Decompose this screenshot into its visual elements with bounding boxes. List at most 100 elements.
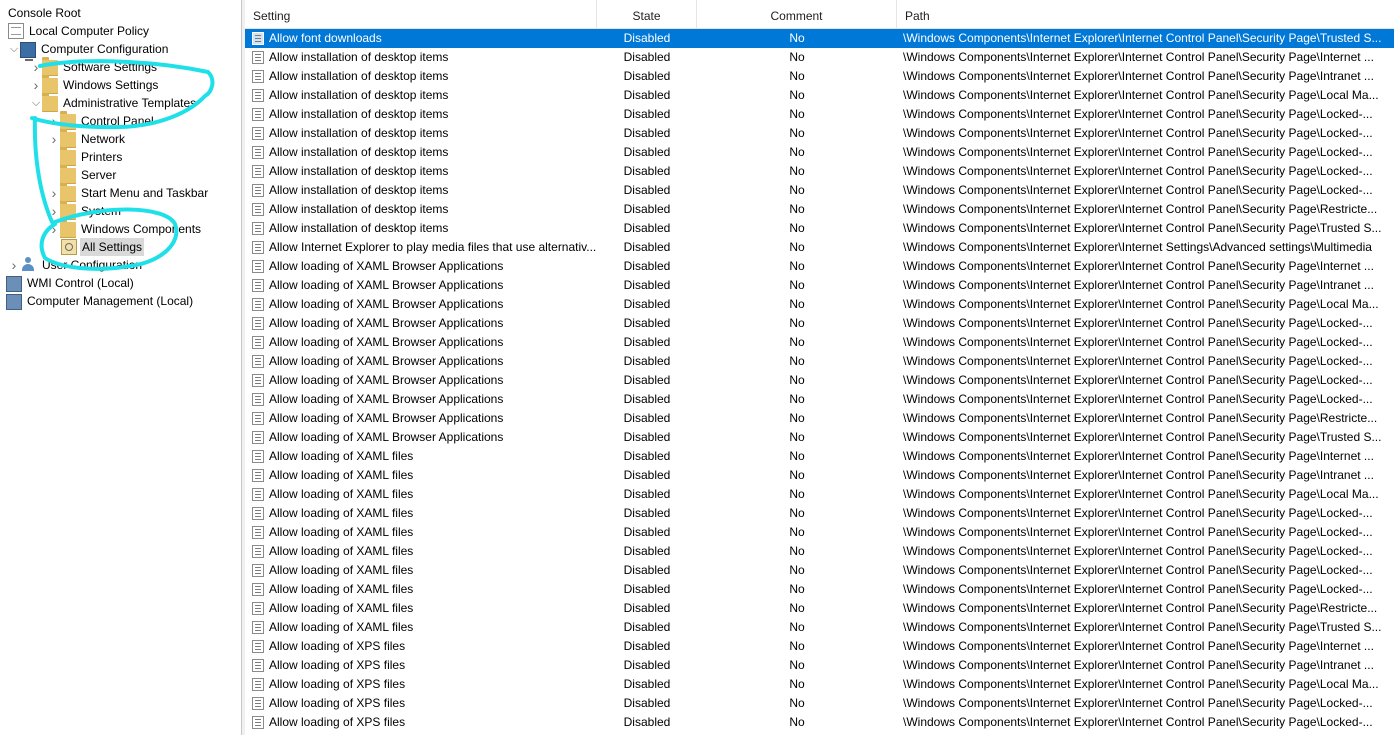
- tree-item[interactable]: › Control Panel: [48, 111, 156, 130]
- table-row[interactable]: Allow installation of desktop items Disab…: [245, 200, 1394, 219]
- policy-setting-icon: [252, 184, 264, 197]
- chevron-right-icon[interactable]: ›: [48, 220, 60, 238]
- column-header-state[interactable]: ^ State: [597, 0, 697, 28]
- table-row[interactable]: Allow loading of XPS files Disabled No \Win…: [245, 637, 1394, 656]
- settings-list-pane[interactable]: Setting ^ State Comment Path Allow font …: [245, 0, 1394, 735]
- chevron-right-icon[interactable]: ›: [8, 256, 20, 274]
- table-row[interactable]: Allow loading of XAML Browser Applicatio…: [245, 295, 1394, 314]
- table-row[interactable]: Allow installation of desktop items Disab…: [245, 143, 1394, 162]
- cell-path: \Windows Components\Internet Explorer\In…: [903, 639, 1374, 653]
- chevron-down-icon[interactable]: ⌵: [30, 94, 42, 112]
- table-row[interactable]: Allow loading of XAML Browser Applicatio…: [245, 314, 1394, 333]
- table-row[interactable]: Allow loading of XPS files Disabled No \Win…: [245, 656, 1394, 675]
- policy-setting-icon: [252, 488, 264, 501]
- tree-item[interactable]: ⌵ Computer Configuration: [8, 40, 170, 61]
- tree-item[interactable]: Server: [48, 165, 118, 184]
- table-row[interactable]: Allow loading of XAML Browser Applicatio…: [245, 352, 1394, 371]
- chevron-right-icon[interactable]: ›: [48, 202, 60, 220]
- table-row[interactable]: Allow loading of XAML files Disabled No \Wi…: [245, 542, 1394, 561]
- tree-item[interactable]: Printers: [48, 147, 124, 166]
- cell-state: Disabled: [623, 335, 671, 349]
- table-row[interactable]: Allow loading of XAML files Disabled No \Wi…: [245, 599, 1394, 618]
- tree-item[interactable]: ⌵ Administrative Templates: [30, 93, 198, 112]
- table-row[interactable]: Allow installation of desktop items Disab…: [245, 181, 1394, 200]
- table-row[interactable]: Allow installation of desktop items Disab…: [245, 219, 1394, 238]
- table-row[interactable]: Allow loading of XAML Browser Applicatio…: [245, 390, 1394, 409]
- tree-item[interactable]: Computer Management (Local): [6, 292, 195, 310]
- tree-item[interactable]: › User Configuration: [8, 256, 144, 274]
- cell-setting: Allow installation of desktop items: [269, 69, 449, 83]
- tree-item[interactable]: › Software Settings: [30, 57, 159, 76]
- table-row[interactable]: Allow loading of XPS files Disabled No \Win…: [245, 694, 1394, 713]
- table-row[interactable]: Allow loading of XAML files Disabled No \Wi…: [245, 523, 1394, 542]
- console-tree-pane[interactable]: Console Root Local Computer Policy ⌵ Comput…: [0, 0, 242, 735]
- table-row[interactable]: Allow loading of XAML files Disabled No \Wi…: [245, 618, 1394, 637]
- policy-setting-icon: [252, 241, 264, 254]
- cell-setting: Allow installation of desktop items: [269, 88, 449, 102]
- chevron-right-icon[interactable]: ›: [30, 76, 42, 94]
- table-row[interactable]: Allow loading of XPS files Disabled No \Win…: [245, 675, 1394, 694]
- chevron-right-icon[interactable]: ›: [48, 184, 60, 202]
- tree-item-label: Administrative Templates: [63, 96, 197, 110]
- cell-comment: No: [789, 525, 805, 539]
- table-row[interactable]: Allow installation of desktop items Disab…: [245, 105, 1394, 124]
- table-row[interactable]: Allow loading of XAML files Disabled No \Wi…: [245, 561, 1394, 580]
- folder-icon: [42, 93, 58, 112]
- tree-item-label: WMI Control (Local): [27, 276, 134, 290]
- policy-setting-icon: [252, 640, 264, 653]
- table-row[interactable]: Allow loading of XAML Browser Applicatio…: [245, 428, 1394, 447]
- policy-setting-icon: [252, 450, 264, 463]
- cell-setting: Allow loading of XAML Browser Applicatio…: [269, 354, 504, 368]
- chevron-right-icon[interactable]: ›: [48, 112, 60, 130]
- table-row[interactable]: Allow font downloads Disabled No \Windows C…: [245, 29, 1394, 48]
- table-row[interactable]: Allow Internet Explorer to play media fi…: [245, 238, 1394, 257]
- cell-setting: Allow installation of desktop items: [269, 183, 449, 197]
- tree-item[interactable]: › Network: [48, 129, 127, 148]
- tree-item-label: Computer Management (Local): [27, 294, 194, 308]
- table-row[interactable]: Allow loading of XAML Browser Applicatio…: [245, 371, 1394, 390]
- table-row[interactable]: Allow loading of XAML files Disabled No \Wi…: [245, 485, 1394, 504]
- cell-comment: No: [789, 487, 805, 501]
- table-row[interactable]: Allow loading of XAML files Disabled No \Wi…: [245, 466, 1394, 485]
- tree-item[interactable]: Local Computer Policy: [6, 22, 151, 40]
- cell-comment: No: [789, 373, 805, 387]
- chevron-right-icon[interactable]: ›: [30, 58, 42, 76]
- folder-icon: [60, 219, 76, 238]
- policy-setting-icon: [252, 431, 264, 444]
- chevron-down-icon[interactable]: ⌵: [8, 40, 20, 58]
- tree-item-label: Printers: [81, 150, 123, 164]
- cell-path: \Windows Components\Internet Explorer\In…: [903, 506, 1373, 520]
- table-row[interactable]: Allow loading of XAML files Disabled No \Wi…: [245, 580, 1394, 599]
- table-row[interactable]: Allow loading of XAML Browser Applicatio…: [245, 257, 1394, 276]
- table-row[interactable]: Allow loading of XAML files Disabled No \Wi…: [245, 504, 1394, 523]
- cell-setting: Allow loading of XAML Browser Applicatio…: [269, 392, 504, 406]
- table-row[interactable]: Allow loading of XAML Browser Applicatio…: [245, 276, 1394, 295]
- tree-item[interactable]: Console Root: [6, 4, 83, 22]
- chevron-right-icon[interactable]: ›: [48, 130, 60, 148]
- tree-item[interactable]: › Start Menu and Taskbar: [48, 183, 210, 202]
- table-row[interactable]: Allow installation of desktop items Disab…: [245, 86, 1394, 105]
- table-row[interactable]: Allow loading of XAML files Disabled No \Wi…: [245, 447, 1394, 466]
- column-header-setting[interactable]: Setting: [245, 0, 597, 28]
- tree-item[interactable]: WMI Control (Local): [6, 274, 136, 292]
- column-header-path[interactable]: Path: [897, 0, 1394, 28]
- table-row[interactable]: Allow installation of desktop items Disab…: [245, 67, 1394, 86]
- policy-setting-icon: [252, 127, 264, 140]
- cell-state: Disabled: [623, 202, 671, 216]
- table-row[interactable]: Allow loading of XAML Browser Applicatio…: [245, 333, 1394, 352]
- policy-setting-icon: [252, 108, 264, 121]
- tree-item[interactable]: › System: [48, 201, 123, 220]
- table-row[interactable]: Allow installation of desktop items Disab…: [245, 48, 1394, 67]
- policy-setting-icon: [252, 203, 264, 216]
- tree-item[interactable]: › Windows Components: [48, 219, 203, 238]
- table-row[interactable]: Allow loading of XPS files Disabled No \Win…: [245, 713, 1394, 732]
- cell-comment: No: [789, 677, 805, 691]
- column-header-comment[interactable]: Comment: [697, 0, 897, 28]
- table-row[interactable]: Allow installation of desktop items Disab…: [245, 162, 1394, 181]
- cell-path: \Windows Components\Internet Explorer\In…: [903, 468, 1374, 482]
- tree-item[interactable]: All Settings: [48, 238, 145, 256]
- table-row[interactable]: Allow loading of XAML Browser Applicatio…: [245, 409, 1394, 428]
- tree-item[interactable]: › Windows Settings: [30, 75, 160, 94]
- table-row[interactable]: Allow installation of desktop items Disab…: [245, 124, 1394, 143]
